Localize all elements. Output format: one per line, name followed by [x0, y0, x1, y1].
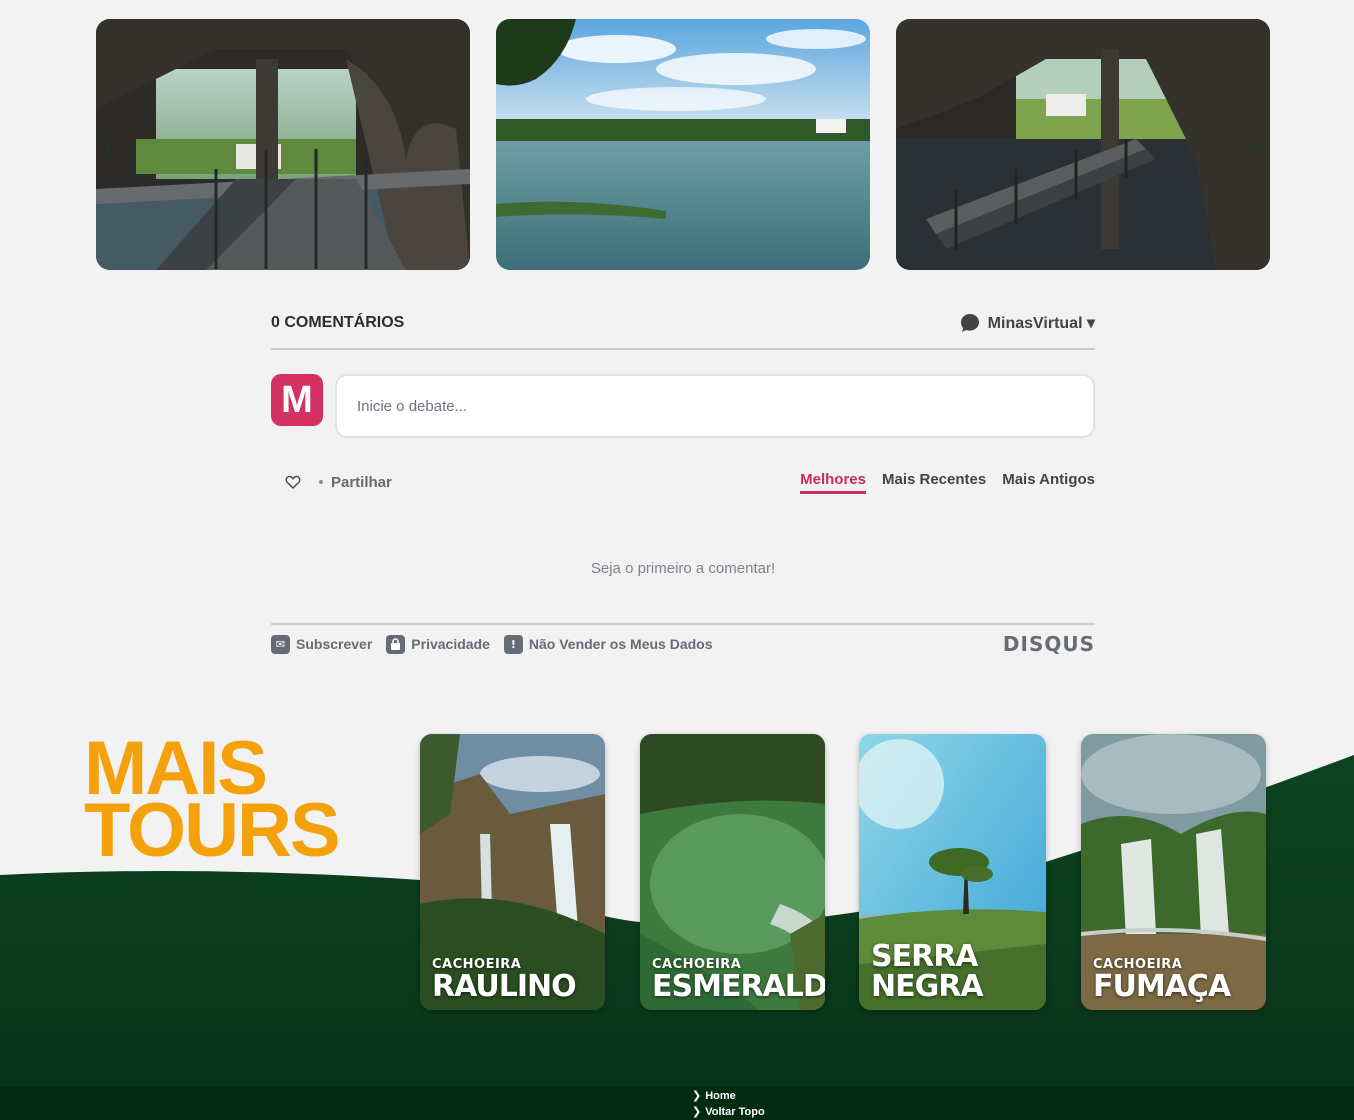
- tour-label: CACHOEIRA ESMERALDA: [652, 958, 825, 1002]
- tour-name: FUMAÇA: [1093, 969, 1231, 1004]
- carousel-prev-button[interactable]: ‹: [98, 127, 118, 167]
- footer-link-label: Voltar Topo: [705, 1106, 765, 1118]
- tab-best[interactable]: Melhores: [800, 471, 866, 494]
- avatar[interactable]: M: [271, 374, 323, 426]
- do-not-sell-link[interactable]: ! Não Vender os Meus Dados: [503, 634, 713, 654]
- gallery-photo-cave-walkway[interactable]: [896, 19, 1270, 270]
- tours-title: MAIS TOURS: [84, 731, 341, 873]
- divider: [271, 348, 1095, 350]
- photo-gallery: ‹ ›: [96, 19, 1270, 270]
- footer-link-home[interactable]: ❯ Home: [692, 1088, 765, 1104]
- footer-links: ❯ Home ❯ Voltar Topo: [692, 1088, 765, 1120]
- share-label: Partilhar: [331, 473, 392, 491]
- chat-bubble-icon: [960, 314, 979, 332]
- tour-label: CACHOEIRA RAULINO: [432, 958, 577, 1004]
- privacy-link[interactable]: Privacidade: [386, 634, 490, 654]
- carousel-next-button[interactable]: ›: [1248, 127, 1268, 167]
- bullet-dot: [319, 480, 323, 484]
- empty-comments-message: Seja o primeiro a comentar!: [590, 560, 776, 577]
- tour-card-serra-negra[interactable]: SERRA NEGRA: [859, 734, 1046, 1010]
- heart-icon[interactable]: [285, 474, 301, 490]
- comments-section: 0 COMENTÁRIOS MinasVirtual ▾ M Inicie o …: [271, 306, 1095, 656]
- tour-card-cachoeira-raulino[interactable]: CACHOEIRA RAULINO: [420, 734, 605, 1010]
- mail-icon: ✉: [271, 634, 290, 654]
- divider: [271, 623, 1095, 625]
- disqus-logo[interactable]: DISQUS: [1003, 632, 1095, 656]
- gallery-photo-cave-bridge[interactable]: [96, 19, 470, 270]
- tour-type: SERRA: [871, 939, 979, 974]
- subscribe-label: Subscrever: [296, 636, 373, 652]
- tab-newest[interactable]: Mais Recentes: [882, 471, 986, 494]
- comment-count: 0 COMENTÁRIOS: [271, 314, 405, 331]
- gallery-photo-lake[interactable]: [496, 19, 870, 270]
- tour-label: CACHOEIRA FUMAÇA: [1093, 958, 1231, 1004]
- comments-header: 0 COMENTÁRIOS MinasVirtual ▾: [271, 306, 1095, 340]
- tab-oldest[interactable]: Mais Antigos: [1002, 471, 1095, 494]
- tour-name: ESMERALDA: [652, 969, 825, 1004]
- comment-toolbar: Partilhar Melhores Mais Recentes Mais An…: [271, 470, 1095, 494]
- sort-tabs: Melhores Mais Recentes Mais Antigos: [800, 471, 1095, 494]
- community-label: MinasVirtual ▾: [987, 315, 1095, 332]
- comments-footer: ✉ Subscrever Privacidade ! Não Vender os…: [271, 632, 1095, 656]
- lock-icon: [386, 634, 406, 654]
- share-button[interactable]: Partilhar: [319, 474, 392, 491]
- subscribe-link[interactable]: ✉ Subscrever: [271, 634, 373, 654]
- tour-card-cachoeira-esmeralda[interactable]: CACHOEIRA ESMERALDA: [640, 734, 825, 1010]
- tours-title-line2: TOURS: [84, 788, 341, 873]
- chevron-right-icon: ❯: [692, 1105, 702, 1118]
- tour-label: SERRA NEGRA: [871, 939, 984, 1004]
- tour-card-cachoeira-fumaca[interactable]: CACHOEIRA FUMAÇA: [1081, 734, 1266, 1010]
- comment-compose: M Inicie o debate...: [271, 374, 1095, 438]
- page-footer: ❯ Home ❯ Voltar Topo: [0, 1087, 1354, 1120]
- comment-input[interactable]: Inicie o debate...: [335, 374, 1095, 438]
- privacy-label: Privacidade: [411, 636, 490, 652]
- footer-link-label: Home: [705, 1090, 736, 1102]
- do-not-sell-label: Não Vender os Meus Dados: [528, 636, 713, 652]
- tour-name: NEGRA: [871, 969, 984, 1004]
- community-menu[interactable]: MinasVirtual ▾: [960, 313, 1095, 333]
- footer-link-back-to-top[interactable]: ❯ Voltar Topo: [692, 1104, 765, 1120]
- exclamation-icon: !: [503, 634, 523, 654]
- chevron-right-icon: ❯: [692, 1089, 702, 1102]
- tour-name: RAULINO: [432, 969, 577, 1004]
